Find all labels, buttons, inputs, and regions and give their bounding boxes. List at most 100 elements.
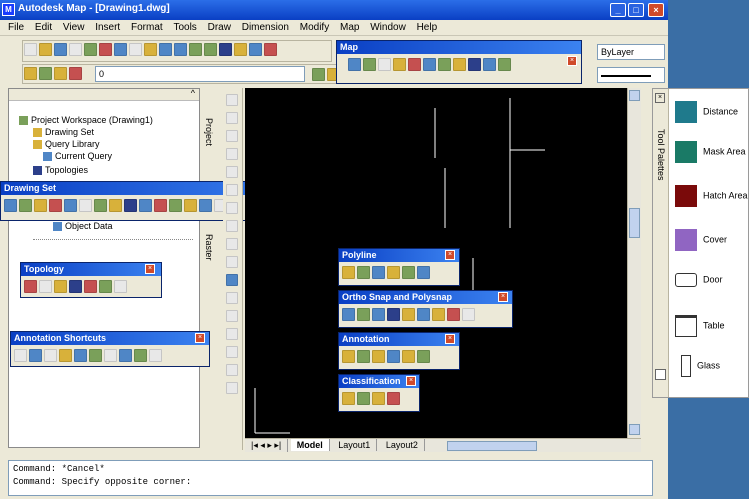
point-icon[interactable] xyxy=(226,310,238,322)
zoom-window-icon[interactable] xyxy=(219,43,232,56)
preview-icon[interactable] xyxy=(84,43,97,56)
menu-modify[interactable]: Modify xyxy=(296,20,333,35)
otrack-icon[interactable] xyxy=(402,308,415,321)
palette-item-glass[interactable]: Glass xyxy=(675,355,720,377)
ortho-icon[interactable] xyxy=(342,308,355,321)
redo-icon[interactable] xyxy=(174,43,187,56)
menu-insert[interactable]: Insert xyxy=(91,20,124,35)
text-icon[interactable] xyxy=(104,349,117,362)
annotate-update-icon[interactable] xyxy=(372,350,385,363)
nav-arrows[interactable]: |◂ ◂ ▸ ▸| xyxy=(245,439,289,452)
scroll-thumb[interactable] xyxy=(629,208,640,238)
display-manager-icon[interactable] xyxy=(453,58,466,71)
details-icon[interactable] xyxy=(79,199,92,212)
menu-format[interactable]: Format xyxy=(127,20,167,35)
layer-combo[interactable]: 0 xyxy=(95,66,305,82)
menu-tools[interactable]: Tools xyxy=(169,20,200,35)
annotate-define-icon[interactable] xyxy=(417,350,430,363)
mtext-icon[interactable] xyxy=(226,382,238,394)
menu-map[interactable]: Map xyxy=(336,20,363,35)
annotate-icon[interactable] xyxy=(342,350,355,363)
options-icon[interactable] xyxy=(199,199,212,212)
save-icon[interactable] xyxy=(54,43,67,56)
paste-icon[interactable] xyxy=(129,43,142,56)
match-properties-icon[interactable] xyxy=(144,43,157,56)
make-current-icon[interactable] xyxy=(312,68,325,81)
palette-item-mask[interactable]: Mask Area xyxy=(675,141,746,163)
define-annotation-icon[interactable] xyxy=(59,349,72,362)
tree-topologies[interactable]: Topologies xyxy=(33,165,88,176)
polyline-join-icon[interactable] xyxy=(357,266,370,279)
maximize-button[interactable]: □ xyxy=(628,3,644,17)
scroll-up-arrow[interactable] xyxy=(629,90,640,101)
make-block-icon[interactable] xyxy=(226,292,238,304)
polyline-width-icon[interactable] xyxy=(417,266,430,279)
polysnap-icon[interactable] xyxy=(417,308,430,321)
lock-icon[interactable] xyxy=(154,199,167,212)
spatial-icon[interactable] xyxy=(498,58,511,71)
open-icon[interactable] xyxy=(39,43,52,56)
help-icon[interactable] xyxy=(264,43,277,56)
perpendicular-icon[interactable] xyxy=(432,308,445,321)
tab-model[interactable]: Model xyxy=(290,439,330,451)
tab-raster[interactable]: Raster xyxy=(204,234,214,261)
object-data-icon[interactable] xyxy=(393,58,406,71)
osnap-icon[interactable] xyxy=(387,308,400,321)
topology-icon[interactable] xyxy=(408,58,421,71)
load-topology-icon[interactable] xyxy=(39,280,52,293)
attach-icon[interactable] xyxy=(4,199,17,212)
leader-icon[interactable] xyxy=(119,349,132,362)
copy-icon[interactable] xyxy=(114,43,127,56)
palette-close-icon[interactable]: × xyxy=(655,93,665,103)
palette-item-door[interactable]: Door xyxy=(675,273,723,287)
annotation-close[interactable]: × xyxy=(445,334,455,344)
arc-icon[interactable] xyxy=(226,184,238,196)
rectangle-icon[interactable] xyxy=(226,166,238,178)
command-line[interactable]: Command: *Cancel* Command: Specify oppos… xyxy=(8,460,653,496)
polyline-fillet-icon[interactable] xyxy=(387,266,400,279)
buffer-icon[interactable] xyxy=(99,280,112,293)
print-icon[interactable] xyxy=(69,43,82,56)
hatch-icon[interactable] xyxy=(226,328,238,340)
horizontal-scroll-thumb[interactable] xyxy=(447,440,538,451)
table-icon[interactable] xyxy=(226,364,238,376)
classification-close[interactable]: × xyxy=(406,376,416,386)
define-query-icon[interactable] xyxy=(348,58,361,71)
palette-item-hatch[interactable]: Hatch Area xyxy=(675,185,748,207)
cleanup-icon[interactable] xyxy=(483,58,496,71)
circle-icon[interactable] xyxy=(226,202,238,214)
tab-layout1[interactable]: Layout1 xyxy=(332,439,378,451)
unclassify-icon[interactable] xyxy=(357,392,370,405)
polyline-vertex-icon[interactable] xyxy=(402,266,415,279)
ortho-snap-close[interactable]: × xyxy=(498,292,508,302)
tree-root[interactable]: Project Workspace (Drawing1) xyxy=(19,115,153,126)
save-back-icon[interactable] xyxy=(378,58,391,71)
design-center-icon[interactable] xyxy=(249,43,262,56)
topology-close[interactable]: × xyxy=(145,264,155,274)
ellipse-icon[interactable] xyxy=(226,256,238,268)
annotate-label-icon[interactable] xyxy=(357,350,370,363)
snap-icon[interactable] xyxy=(357,308,370,321)
menu-view[interactable]: View xyxy=(59,20,89,35)
insert-block-icon[interactable] xyxy=(226,274,238,286)
spline-icon[interactable] xyxy=(226,238,238,250)
deactivate-icon[interactable] xyxy=(49,199,62,212)
close-button[interactable]: × xyxy=(648,3,664,17)
preview-icon[interactable] xyxy=(64,199,77,212)
classify-manager-icon[interactable] xyxy=(387,392,400,405)
polygon-icon[interactable] xyxy=(226,148,238,160)
label-icon[interactable] xyxy=(89,349,102,362)
vertical-scrollbar[interactable] xyxy=(627,88,641,438)
linetype-combo[interactable]: ByLayer xyxy=(597,44,665,60)
save-set-icon[interactable] xyxy=(139,199,152,212)
undo-icon[interactable] xyxy=(159,43,172,56)
overlay-icon[interactable] xyxy=(84,280,97,293)
cut-icon[interactable] xyxy=(99,43,112,56)
polyline-edit-icon[interactable] xyxy=(342,266,355,279)
polyline-close[interactable]: × xyxy=(445,250,455,260)
template-icon[interactable] xyxy=(74,349,87,362)
detach-icon[interactable] xyxy=(19,199,32,212)
tree-object-data[interactable]: Object Data xyxy=(53,221,113,232)
tree-current-query[interactable]: Current Query xyxy=(43,151,112,162)
attribute-icon[interactable] xyxy=(149,349,162,362)
